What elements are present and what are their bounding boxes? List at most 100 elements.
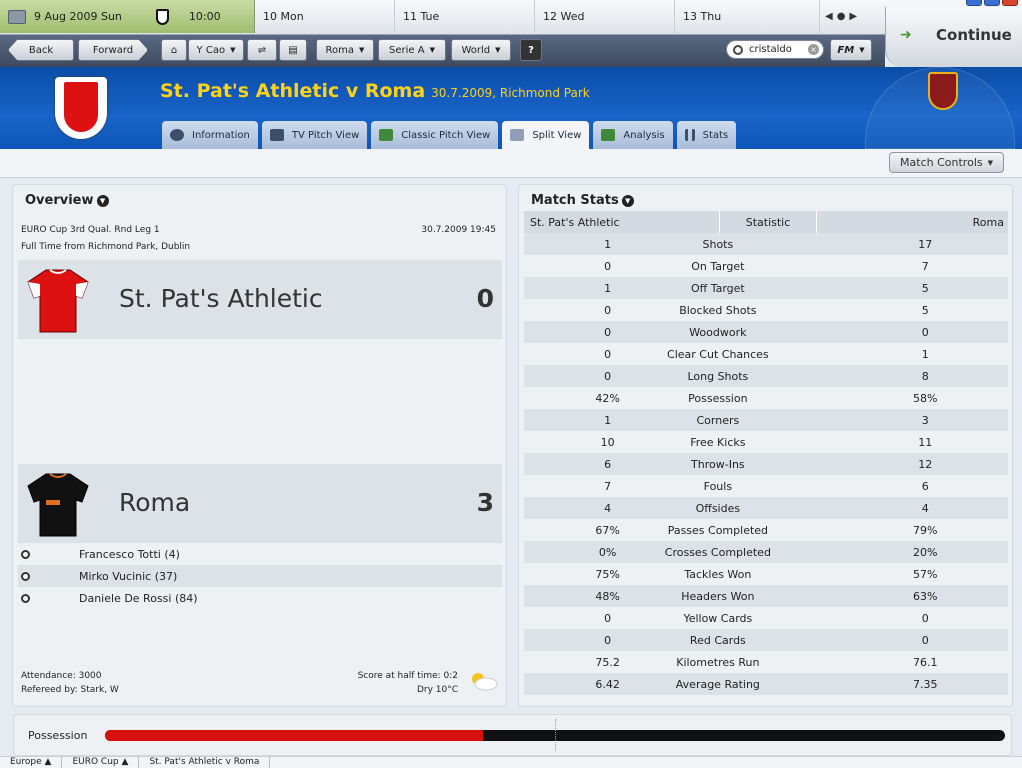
help-button[interactable]: ? [520,39,542,61]
day-cell[interactable]: 13 Thu [675,0,820,33]
day-cell[interactable]: 12 Wed [535,0,675,33]
today-day: Sun [100,10,122,23]
match-stats-title[interactable]: Match Stats ▼ [531,193,634,208]
chevron-down-icon: ▼ [359,46,365,54]
statistic-cell: Headers Won [681,589,755,603]
away-team-row[interactable]: Roma 3 [18,464,502,543]
chevron-down-icon: ▼ [429,46,435,54]
calendar-icon[interactable] [8,9,26,24]
league-label: Serie A [389,44,425,56]
overview-title[interactable]: Overview ▼ [25,193,109,208]
away-stat-cell: 11 [918,435,933,449]
breadcrumb: Europe ▲ EURO Cup ▲ St. Pat's Athletic v… [0,756,1022,768]
away-team-name[interactable]: Roma [119,488,190,517]
table-row: 0 Woodwork 0 [524,321,1008,343]
maximize-icon[interactable] [984,0,1000,6]
dropdown-icon[interactable]: ▼ [621,195,634,207]
competition-label: EURO Cup 3rd Qual. Rnd Leg 1 [21,225,160,235]
match-controls-button[interactable]: Match Controls ▼ [889,152,1004,173]
breadcrumb-label: St. Pat's Athletic v Roma [149,757,260,767]
club-shield-icon [155,8,169,25]
statistic-cell: Off Target [690,281,745,295]
tab-information[interactable]: Information [162,121,258,149]
search-input[interactable]: cristaldo × [726,40,824,59]
tab-classic-pitch-view[interactable]: Classic Pitch View [371,121,499,149]
manager-menu[interactable]: Y Cao ▼ [188,39,244,61]
table-row: 10 Free Kicks 11 [524,431,1008,453]
search-icon [733,44,743,55]
ball-icon [21,571,30,581]
table-row: 0% Crosses Completed 20% [524,541,1008,563]
column-header-away[interactable]: Roma [817,211,1008,233]
clear-search-icon[interactable]: × [808,44,819,55]
minimize-icon[interactable] [966,0,982,6]
list-item[interactable]: Mirko Vucinic (37) [18,565,502,587]
home-team-row[interactable]: St. Pat's Athletic 0 [18,260,502,339]
match-subtitle: 30.7.2009, Richmond Park [431,86,590,100]
dropdown-icon[interactable]: ▼ [96,195,109,207]
list-item[interactable]: Daniele De Rossi (84) [18,587,502,609]
day-cell[interactable]: 10 Mon [255,0,395,33]
manager-label: Y Cao [196,44,226,56]
forward-button[interactable]: Forward [78,39,148,61]
breadcrumb-item[interactable]: St. Pat's Athletic v Roma [139,757,271,768]
tab-label: Information [192,129,250,141]
fm-menu[interactable]: FM ▼ [830,39,872,61]
away-stat-cell: 79% [913,523,938,537]
chevron-down-icon: ▼ [495,46,501,54]
tab-stats[interactable]: Stats [676,121,737,149]
table-row: 67% Passes Completed 79% [524,519,1008,541]
calendar-nav-arrows[interactable]: ◀●▶ [825,11,861,22]
weather-label: Dry 10°C [416,685,458,695]
tab-tv-pitch-view[interactable]: TV Pitch View [261,121,368,149]
split-view-icon [510,129,525,141]
today-date: 9 Aug 2009 [34,10,98,23]
table-row: 6.42 Average Rating 7.35 [524,673,1008,695]
away-stat-cell: 5 [921,303,929,317]
away-stat-cell: 8 [921,369,929,383]
chevron-up-icon: ▲ [44,757,52,767]
match-stats-title-text: Match Stats [531,193,619,208]
away-stat-cell: 5 [921,281,929,295]
statistic-cell: Free Kicks [690,435,746,449]
away-stat-cell: 12 [918,457,933,471]
breadcrumb-label: Europe [10,757,42,767]
tv-icon [269,129,284,141]
tab-analysis[interactable]: Analysis [593,121,673,149]
transfers-button[interactable]: ⇌ [247,39,277,61]
breadcrumb-item[interactable]: Europe ▲ [0,757,63,768]
navigation-bar: Back Forward ⌂ Y Cao ▼ ⇌ ▤ Roma ▼ Serie A ▼… [0,35,885,67]
continue-button[interactable]: ➜ Continue [885,7,1022,67]
column-header-home[interactable]: St. Pat's Athletic [524,211,720,233]
back-button[interactable]: Back [8,39,74,61]
tab-split-view[interactable]: Split View [502,121,590,149]
pitch-icon [379,129,394,141]
column-header-statistic[interactable]: Statistic [720,211,817,233]
info-icon [170,129,184,141]
tab-label: TV Pitch View [291,129,360,141]
statistic-cell: Kilometres Run [676,655,760,669]
away-stat-cell: 7.35 [912,677,938,691]
world-menu[interactable]: World ▼ [451,39,511,61]
day-cell[interactable]: 11 Tue [395,0,535,33]
away-stat-cell: 58% [913,391,938,405]
home-team-name[interactable]: St. Pat's Athletic [119,284,323,313]
statistic-cell: Clear Cut Chances [667,347,769,361]
table-row: 1 Off Target 5 [524,277,1008,299]
statistic-cell: On Target [691,259,745,273]
scorer-name: Francesco Totti (4) [79,547,180,561]
close-icon[interactable] [1002,0,1018,6]
club-menu[interactable]: Roma ▼ [316,39,374,61]
away-stat-cell: 6 [921,479,929,493]
breadcrumb-item[interactable]: EURO Cup ▲ [62,757,140,768]
club-label: Roma [325,44,355,56]
statistic-cell: Throw-Ins [691,457,745,471]
news-button[interactable]: ▤ [279,39,307,61]
statistic-cell: Red Cards [689,633,746,647]
league-menu[interactable]: Serie A ▼ [378,39,446,61]
home-button[interactable]: ⌂ [161,39,187,61]
list-item[interactable]: Francesco Totti (4) [18,543,502,565]
overview-panel: Overview ▼ EURO Cup 3rd Qual. Rnd Leg 1 F… [12,184,507,707]
today-cell[interactable]: 9 Aug 2009 Sun 10:00 [0,0,255,33]
search-value: cristaldo [749,44,792,55]
